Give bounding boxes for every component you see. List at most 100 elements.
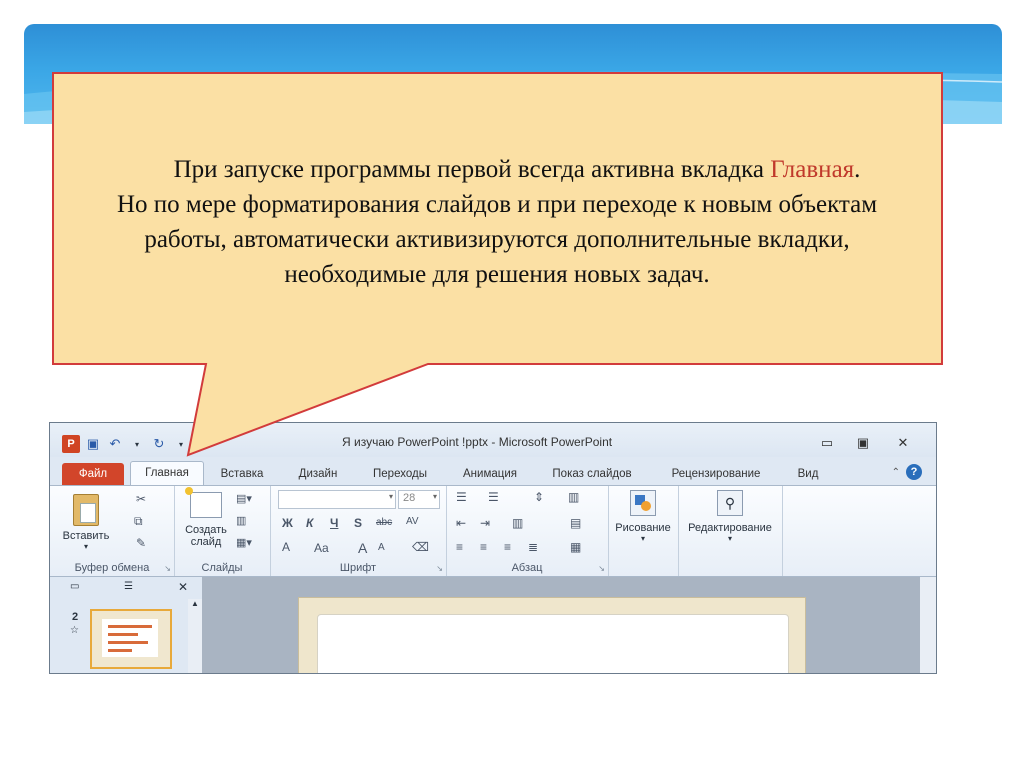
paragraph-launcher-icon[interactable]: ↘ (598, 564, 605, 573)
bullets-icon[interactable]: ☰ (456, 490, 467, 504)
restore-button[interactable]: ▣ (852, 435, 874, 451)
callout-line-1: При запуске программы первой всегда акти… (173, 156, 771, 183)
paste-label: Вставить (62, 530, 110, 542)
layout-icon[interactable]: ▤▾ (236, 492, 252, 505)
undo-dropdown-icon[interactable]: ▾ (128, 435, 146, 453)
drawing-button[interactable]: Рисование ▾ (612, 490, 674, 543)
strikethrough-button[interactable]: abc (376, 517, 392, 528)
current-slide[interactable] (298, 597, 806, 673)
reset-icon[interactable]: ▥ (236, 514, 246, 527)
align-text-icon[interactable]: ▤ (570, 516, 581, 530)
ribbon: Вставить ▾ ✂ ⧉ ✎ Буфер обмена ↘ Создать … (50, 485, 936, 577)
tab-insert[interactable]: Вставка (210, 463, 274, 485)
tab-animation[interactable]: Анимация (448, 463, 532, 485)
section-icon[interactable]: ▦▾ (236, 536, 252, 549)
group-font: ▾ 28 ▾ Ж К Ч S abc AV A Aa A A ⌫ Шрифт ↘ (270, 486, 447, 576)
quick-access-toolbar: P ▣ ↶ ▾ ↻ ▾ (62, 435, 190, 453)
paragraph-group-label: Абзац (511, 562, 543, 574)
callout-line-2: Но по мере форматирования слайдов и при … (116, 191, 878, 218)
editor-scrollbar[interactable] (920, 577, 936, 673)
callout-line-3: работы, автоматически активизируются доп… (144, 226, 850, 253)
align-left-icon[interactable]: ≡ (456, 540, 463, 554)
slide-content-placeholder[interactable] (317, 614, 789, 673)
editing-button[interactable]: ⚲ Редактирование ▾ (680, 490, 780, 543)
font-size-value: 28 (403, 492, 416, 504)
font-size-combo[interactable]: 28 ▾ (398, 490, 440, 509)
slides-panel-scrollbar[interactable]: ▲ (188, 599, 202, 673)
slides-tab-icon[interactable]: ▭ (70, 581, 79, 592)
italic-button[interactable]: К (306, 516, 313, 530)
new-slide-button[interactable]: Создать слайд (180, 487, 232, 548)
bold-button[interactable]: Ж (282, 516, 293, 530)
char-spacing-button[interactable]: AV (406, 516, 419, 527)
undo-icon[interactable]: ↶ (106, 435, 124, 453)
close-panel-icon[interactable]: ✕ (178, 580, 188, 594)
redo-icon[interactable]: ↻ (150, 435, 168, 453)
save-icon[interactable]: ▣ (84, 435, 102, 453)
line-spacing-icon[interactable]: ⇕ (534, 490, 544, 504)
change-case-button[interactable]: Aa (314, 541, 329, 555)
tab-transitions[interactable]: Переходы (362, 463, 438, 485)
minimize-ribbon-icon[interactable]: ⌃ (892, 467, 900, 478)
slide-editing-area (202, 577, 920, 673)
clear-formatting-icon[interactable]: ⌫ (412, 540, 429, 554)
columns-icon[interactable]: ▥ (568, 490, 579, 504)
powerpoint-app-icon[interactable]: P (62, 435, 80, 453)
drawing-label: Рисование (615, 522, 671, 534)
cut-icon[interactable]: ✂ (136, 492, 146, 506)
editing-label: Редактирование (688, 522, 772, 534)
customize-toolbar-icon[interactable]: ▾ (172, 435, 190, 453)
tab-slideshow[interactable]: Показ слайдов (542, 463, 642, 485)
font-group-label: Шрифт (339, 562, 377, 574)
increase-indent-icon[interactable]: ⇥ (480, 516, 490, 530)
smartart-icon[interactable]: ▦ (570, 540, 581, 554)
shapes-icon (630, 490, 656, 516)
dialog-launcher-icon[interactable]: ↘ (164, 564, 171, 573)
ribbon-tabs: Файл Главная Вставка Дизайн Переходы Ани… (50, 459, 936, 486)
grow-font-button[interactable]: A (358, 540, 367, 556)
format-painter-icon[interactable]: ✎ (136, 536, 146, 550)
align-right-icon[interactable]: ≡ (504, 540, 511, 554)
tab-home[interactable]: Главная (130, 461, 204, 486)
tab-design[interactable]: Дизайн (286, 463, 350, 485)
new-slide-label: Создать (185, 524, 227, 536)
slide-thumbnail[interactable] (90, 609, 172, 669)
underline-button[interactable]: Ч (330, 516, 338, 530)
copy-icon[interactable]: ⧉ (134, 514, 143, 529)
slides-panel-header: ▭ ☰ ✕ (60, 577, 196, 599)
font-color-button[interactable]: A (282, 540, 290, 554)
minimize-button[interactable]: ▭ (816, 435, 838, 451)
decrease-indent-icon[interactable]: ⇤ (456, 516, 466, 530)
scroll-up-icon[interactable]: ▲ (191, 599, 199, 608)
header-wave-decoration (24, 71, 1002, 124)
slides-group-label: Слайды (201, 562, 243, 574)
window-title: Я изучаю PowerPoint !pptx - Microsoft Po… (342, 435, 613, 449)
help-icon[interactable]: ? (906, 464, 922, 480)
new-slide-label-2: слайд (190, 536, 222, 548)
shrink-font-button[interactable]: A (378, 542, 385, 553)
group-slides: Создать слайд ▤▾ ▥ ▦▾ Слайды (174, 486, 271, 576)
shadow-button[interactable]: S (354, 516, 362, 530)
tab-file[interactable]: Файл (62, 463, 124, 485)
paste-button[interactable]: Вставить ▾ (60, 494, 112, 551)
callout-line-1-end: . (854, 156, 861, 183)
text-direction-icon[interactable]: ▥ (512, 516, 523, 530)
tab-review[interactable]: Рецензирование (654, 463, 778, 485)
powerpoint-window: P ▣ ↶ ▾ ↻ ▾ Я изучаю PowerPoint !pptx - … (49, 422, 937, 674)
slide-header-band (24, 24, 1002, 124)
close-button[interactable]: ✕ (892, 435, 914, 451)
group-paragraph: ☰ ☰ ⇕ ▥ ⇤ ⇥ ▥ ▤ ≡ ≡ ≡ ≣ ▦ Абзац ↘ (446, 486, 609, 576)
font-launcher-icon[interactable]: ↘ (436, 564, 443, 573)
clipboard-group-label: Буфер обмена (74, 562, 150, 574)
new-slide-icon (185, 487, 222, 518)
numbering-icon[interactable]: ☰ (488, 490, 499, 504)
align-center-icon[interactable]: ≡ (480, 540, 487, 554)
callout-line-4: необходимые для решения новых задач. (284, 261, 710, 288)
tab-view[interactable]: Вид (788, 463, 828, 485)
justify-icon[interactable]: ≣ (528, 540, 538, 554)
outline-tab-icon[interactable]: ☰ (124, 581, 133, 592)
callout-text: При запуске программы первой всегда акти… (56, 152, 938, 292)
font-name-combo[interactable]: ▾ (278, 490, 396, 509)
binoculars-icon: ⚲ (717, 490, 743, 516)
highlight-home-tab: Главная (770, 156, 855, 183)
